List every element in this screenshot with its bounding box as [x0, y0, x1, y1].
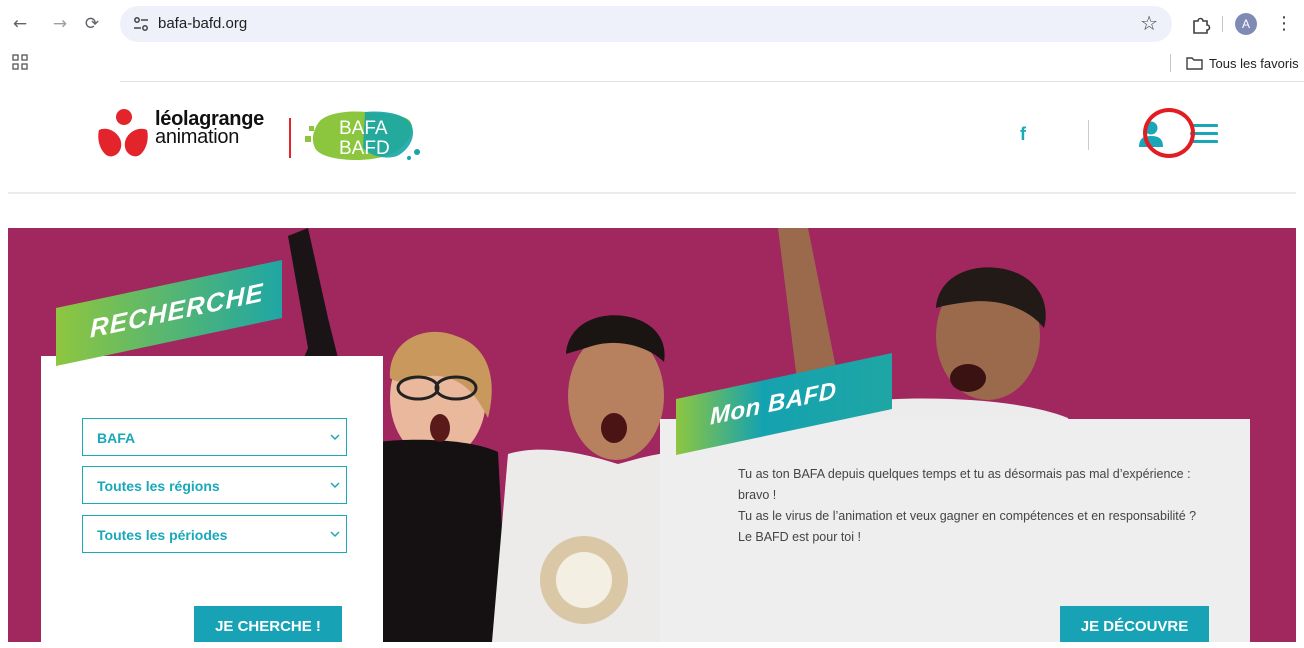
- bookmarks-bar: Tous les favoris: [0, 48, 1304, 78]
- bafd-description: Tu as ton BAFA depuis quelques temps et …: [738, 464, 1198, 548]
- forward-arrow-icon[interactable]: →: [48, 12, 72, 36]
- brand-wordmark: léolagrange animation: [155, 109, 264, 148]
- period-value: Toutes les périodes: [97, 527, 228, 543]
- search-submit-button[interactable]: JE CHERCHE !: [194, 606, 342, 642]
- facebook-icon[interactable]: f: [1020, 124, 1026, 145]
- site-header: léolagrange animation BAFA BAFD f: [0, 82, 1304, 192]
- region-value: Toutes les régions: [97, 478, 220, 494]
- address-bar[interactable]: bafa-bafd.org ☆: [120, 6, 1172, 42]
- logo-divider: [289, 118, 291, 158]
- chevron-down-icon: [330, 434, 340, 441]
- chevron-down-icon: [330, 482, 340, 489]
- bafd-text-line2: Tu as le virus de l’animation et veux ga…: [738, 509, 1197, 544]
- bookmarks-folder-label: Tous les favoris: [1209, 55, 1299, 71]
- hamburger-menu-icon[interactable]: [1190, 124, 1218, 146]
- toolbar-separator: [1222, 16, 1223, 32]
- browser-toolbar: ← → ⟳ bafa-bafd.org ☆ A ⋮: [0, 0, 1304, 48]
- region-select[interactable]: Toutes les régions: [82, 466, 347, 504]
- bafd-text-line1: Tu as ton BAFA depuis quelques temps et …: [738, 467, 1191, 502]
- bafa-logo-text: BAFA: [339, 118, 388, 139]
- bafd-logo-text: BAFD: [339, 138, 390, 159]
- star-icon[interactable]: ☆: [1140, 11, 1158, 35]
- header-separator: [1088, 120, 1089, 150]
- bafa-bafd-logo[interactable]: BAFA BAFD: [305, 104, 423, 166]
- kebab-menu-icon[interactable]: ⋮: [1274, 12, 1294, 36]
- leo-lagrange-logo[interactable]: [97, 108, 149, 160]
- discover-button[interactable]: JE DÉCOUVRE: [1060, 606, 1209, 642]
- training-type-select[interactable]: BAFA: [82, 418, 347, 456]
- training-type-value: BAFA: [97, 430, 136, 446]
- reload-icon[interactable]: ⟳: [80, 12, 104, 36]
- header-divider: [8, 192, 1296, 194]
- url-text[interactable]: bafa-bafd.org: [158, 15, 247, 32]
- brand-line2: animation: [155, 126, 240, 148]
- site-settings-icon[interactable]: [132, 15, 150, 33]
- user-account-icon[interactable]: [1138, 120, 1164, 148]
- chevron-down-icon: [330, 531, 340, 538]
- period-select[interactable]: Toutes les périodes: [82, 515, 347, 553]
- all-bookmarks-folder[interactable]: Tous les favoris: [1186, 53, 1299, 73]
- bookmarks-separator: [1170, 54, 1171, 72]
- extensions-icon[interactable]: [1190, 13, 1212, 35]
- folder-icon: [1186, 57, 1203, 70]
- profile-avatar[interactable]: A: [1235, 13, 1257, 35]
- back-arrow-icon[interactable]: ←: [8, 12, 32, 36]
- apps-grid-icon[interactable]: [12, 54, 28, 70]
